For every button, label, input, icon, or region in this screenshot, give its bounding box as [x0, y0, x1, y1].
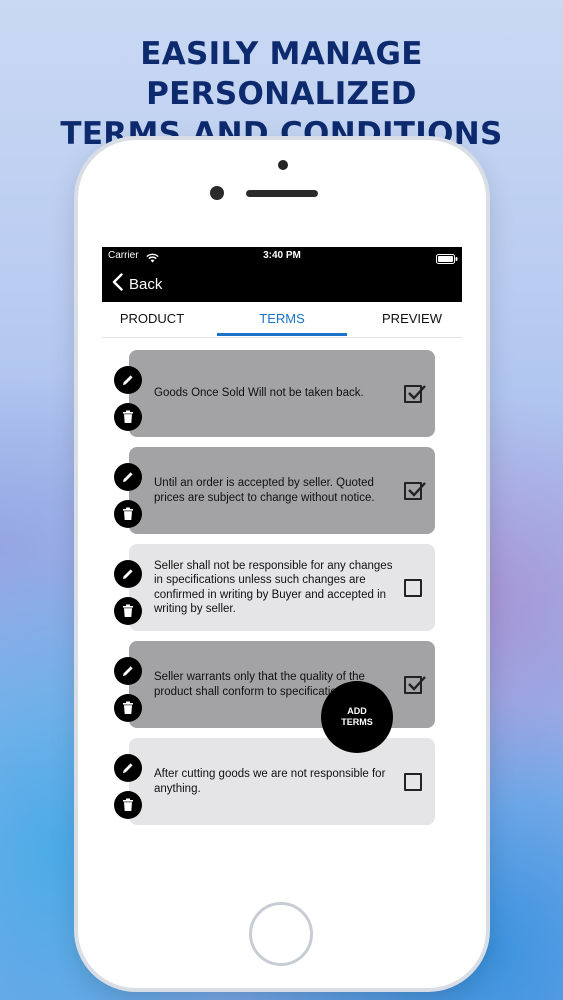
back-label: Back — [129, 275, 163, 293]
add-terms-button[interactable]: ADD TERMS — [321, 681, 393, 753]
back-button[interactable]: Back — [112, 273, 162, 295]
delete-term-button[interactable] — [114, 403, 142, 431]
term-checkbox[interactable] — [404, 384, 426, 403]
term-text: After cutting goods we are not responsib… — [154, 768, 386, 795]
trash-icon — [123, 507, 133, 520]
headline: EASILY MANAGE PERSONALIZED TERMS AND CON… — [0, 34, 563, 154]
add-terms-label-line-1: ADD — [347, 706, 367, 716]
trash-icon — [123, 410, 133, 423]
delete-term-button[interactable] — [114, 694, 142, 722]
phone-frame: Carrier 3:40 PM Back PRODUCT TERMS PREVI… — [78, 140, 486, 988]
trash-icon — [123, 604, 133, 617]
delete-term-button[interactable] — [114, 500, 142, 528]
edit-term-button[interactable] — [114, 754, 142, 782]
term-checkbox[interactable] — [404, 481, 426, 500]
app-screen: Carrier 3:40 PM Back PRODUCT TERMS PREVI… — [102, 247, 462, 885]
term-checkbox[interactable] — [404, 675, 426, 694]
delete-term-button[interactable] — [114, 597, 142, 625]
trash-icon — [123, 701, 133, 714]
status-time: 3:40 PM — [263, 250, 301, 261]
headline-line-1: EASILY MANAGE PERSONALIZED — [140, 36, 423, 112]
chevron-left-icon — [112, 273, 123, 295]
checkmark-icon — [408, 384, 426, 400]
term-checkbox[interactable] — [404, 772, 422, 791]
home-button[interactable] — [249, 902, 313, 966]
active-tab-indicator — [217, 333, 347, 336]
front-camera — [210, 186, 224, 200]
camera-dot — [278, 160, 288, 170]
checkmark-icon — [408, 675, 426, 691]
tab-preview[interactable]: PREVIEW — [364, 302, 460, 338]
edit-term-button[interactable] — [114, 560, 142, 588]
term-text: Goods Once Sold Will not be taken back. — [154, 387, 364, 400]
pencil-icon — [123, 375, 133, 385]
pencil-icon — [123, 763, 133, 773]
pencil-icon — [123, 666, 133, 676]
term-card[interactable]: After cutting goods we are not responsib… — [129, 738, 435, 825]
term-text: Seller shall not be responsible for any … — [154, 559, 393, 616]
edit-term-button[interactable] — [114, 366, 142, 394]
checkmark-icon — [408, 481, 426, 497]
delete-term-button[interactable] — [114, 791, 142, 819]
tab-product[interactable]: PRODUCT — [102, 302, 202, 338]
pencil-icon — [123, 472, 133, 482]
edit-term-button[interactable] — [114, 657, 142, 685]
battery-icon — [436, 251, 458, 269]
tab-bar: PRODUCT TERMS PREVIEW — [102, 302, 462, 338]
term-checkbox[interactable] — [404, 578, 422, 597]
term-text: Until an order is accepted by seller. Qu… — [154, 477, 375, 504]
pencil-icon — [123, 569, 133, 579]
term-card[interactable]: Seller shall not be responsible for any … — [129, 544, 435, 631]
term-card[interactable]: Until an order is accepted by seller. Qu… — [129, 447, 435, 534]
edit-term-button[interactable] — [114, 463, 142, 491]
add-terms-label-line-2: TERMS — [341, 717, 373, 727]
earpiece-speaker — [246, 190, 318, 197]
navigation-bar: Carrier 3:40 PM Back — [102, 247, 462, 302]
term-card[interactable]: Goods Once Sold Will not be taken back. — [129, 350, 435, 437]
trash-icon — [123, 798, 133, 811]
terms-list: Goods Once Sold Will not be taken back. … — [102, 338, 462, 885]
